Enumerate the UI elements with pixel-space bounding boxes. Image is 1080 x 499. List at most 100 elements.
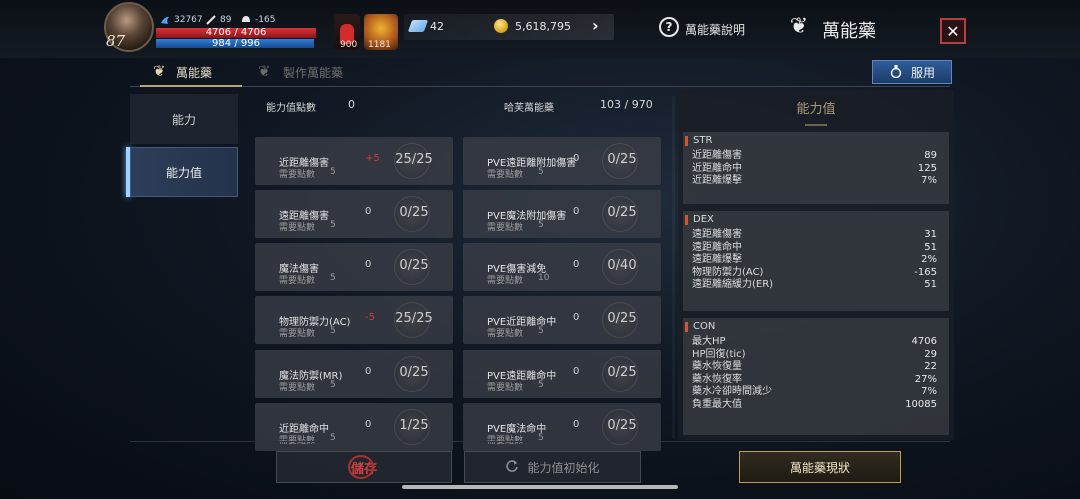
stat-row-value: 22 — [924, 361, 937, 372]
reset-button-label: 能力值初始化 — [527, 460, 600, 475]
stat-row-label: HP回復(tic) — [692, 348, 746, 360]
combat-power-stat: 32767 — [160, 15, 203, 25]
stat-row-label: 負重最大值 — [692, 398, 742, 410]
use-button-label: 服用 — [910, 65, 935, 80]
stat-card[interactable]: PVE傷害減免 需要點數 10 0 0/40 — [463, 243, 661, 291]
tab-active-indicator — [140, 85, 242, 87]
gold-coin-icon — [494, 19, 508, 33]
defense-value: -165 — [255, 15, 276, 25]
stat-row: 遠距離命中 51 — [683, 242, 949, 255]
card-req-label: 需要點數 — [279, 223, 316, 233]
stat-card[interactable]: 魔法防禦(MR) 需要點數 5 0 0/25 — [255, 350, 453, 398]
card-ratio: 0/25 — [607, 365, 637, 380]
card-bonus: 0 — [365, 259, 372, 270]
stat-row: 藥水恢復量 22 — [683, 361, 949, 374]
stat-card[interactable]: PVE遠距離附加傷害 需要點數 5 0 0/25 — [463, 137, 661, 185]
card-ratio: 0/25 — [607, 311, 637, 326]
card-req-label: 需要點數 — [279, 329, 316, 339]
stat-card[interactable]: 近距離傷害 需要點數 5 +5 25/25 — [255, 137, 453, 185]
card-ratio: 0/25 — [607, 152, 637, 167]
card-bonus: +5 — [365, 153, 380, 164]
con-header: CON — [683, 318, 949, 336]
card-req-label: 需要點數 — [487, 170, 524, 180]
tab-craft-elixir[interactable]: 製作萬能藥 — [283, 64, 343, 81]
stat-row: 物理防禦力(AC) -165 — [683, 267, 949, 280]
card-ratio: 0/25 — [399, 205, 429, 220]
stat-row-value: 27% — [914, 373, 937, 385]
defense-stat: -165 — [241, 15, 275, 25]
combat-power-icon — [160, 15, 170, 25]
home-indicator[interactable] — [402, 485, 678, 489]
sidebar-item-label: 能力值 — [165, 165, 202, 180]
card-ratio: 25/25 — [395, 311, 433, 326]
stat-row: 最大HP 4706 — [683, 336, 949, 349]
elixir-status-button[interactable]: 萬能藥現狀 — [739, 451, 901, 483]
use-button[interactable]: 服用 — [872, 60, 952, 84]
card-req-label: 需要點數 — [279, 276, 316, 286]
title-ornament — [805, 116, 827, 126]
card-req-value: 5 — [330, 326, 336, 336]
sidebar-item-ability[interactable]: 能力 — [130, 94, 238, 144]
elixir-used-label: 哈芙萬能藥 — [504, 103, 554, 114]
stat-row-value: 4706 — [911, 336, 937, 347]
stat-card[interactable]: PVE近距離命中 需要點數 5 0 0/25 — [463, 296, 661, 344]
stat-row-value: 125 — [917, 162, 937, 174]
stat-card[interactable]: 遠距離傷害 需要點數 5 0 0/25 — [255, 190, 453, 238]
card-bonus: 0 — [573, 259, 580, 270]
tab-divider — [130, 86, 950, 87]
stat-row-value: 31 — [924, 229, 937, 240]
stat-row-label: 遠距離命中 — [692, 241, 742, 253]
stat-row: 近距離傷害 89 — [683, 150, 949, 163]
card-ratio: 0/25 — [399, 258, 429, 273]
card-req-label: 需要點數 — [279, 170, 316, 180]
sidebar-item-ability-value[interactable]: 能力值 — [130, 147, 238, 197]
help-icon[interactable]: ? — [659, 17, 679, 37]
card-ratio: 25/25 — [395, 152, 433, 167]
card-req-value: 5 — [538, 167, 544, 177]
stat-card[interactable]: PVE魔法命中 需要點數 5 0 0/25 — [463, 403, 661, 451]
stat-card[interactable]: 魔法傷害 需要點數 5 0 0/25 — [255, 243, 453, 291]
stat-row-label: 藥水冷卻時間減少 — [692, 386, 772, 397]
stat-row-value: 51 — [924, 279, 937, 290]
help-link[interactable]: 萬能藥說明 — [685, 21, 745, 38]
mp-bar: 984 / 996 — [156, 39, 315, 49]
card-req-value: 5 — [330, 380, 336, 390]
card-req-value: 5 — [538, 326, 544, 336]
attack-stat: 89 — [206, 15, 231, 25]
card-bonus: 0 — [573, 366, 580, 377]
card-bonus: -5 — [365, 312, 375, 323]
card-req-label: 需要點數 — [487, 436, 524, 446]
elixir-tab-icon: ❦ — [153, 62, 166, 80]
stat-card[interactable]: 近距離命中 需要點數 5 0 1/25 — [255, 403, 453, 451]
page-title: 萬能藥 — [822, 21, 876, 42]
stat-card[interactable]: 物理防禦力(AC) 需要點數 5 -5 25/25 — [255, 296, 453, 344]
card-ratio: 0/25 — [399, 365, 429, 380]
close-button[interactable]: ✕ — [940, 18, 966, 44]
scrollbar[interactable] — [672, 96, 675, 438]
stat-row: 藥水恢復率 27% — [683, 374, 949, 387]
card-req-label: 需要點數 — [487, 276, 524, 286]
dex-header: DEX — [683, 211, 949, 229]
card-req-label: 需要點數 — [279, 436, 316, 446]
character-level: 87 — [106, 32, 126, 50]
stat-card[interactable]: PVE魔法附加傷害 需要點數 5 0 0/25 — [463, 190, 661, 238]
combat-power-value: 32767 — [174, 15, 203, 25]
card-bonus: 0 — [573, 153, 580, 164]
hp-text: 4706 / 4706 — [205, 27, 267, 38]
tab-elixir[interactable]: 萬能藥 — [176, 64, 212, 81]
potion-flask-icon — [889, 64, 903, 81]
stat-row-value: 29 — [924, 348, 937, 360]
stat-row: 近距離爆擊 7% — [683, 175, 949, 188]
chevron-right-icon[interactable]: › — [592, 16, 599, 35]
sword-icon — [206, 15, 216, 25]
stat-card[interactable]: PVE遠距離命中 需要點數 5 0 0/25 — [463, 350, 661, 398]
stat-row: HP回復(tic) 29 — [683, 349, 949, 362]
elixir-used-value: 103 / 970 — [600, 98, 653, 111]
gem-count: 42 — [430, 20, 444, 33]
sidebar-item-label: 能力 — [171, 112, 196, 127]
reset-button[interactable]: 能力值初始化 — [464, 451, 641, 483]
con-section: CON 最大HP 4706 HP回復(tic) 29 藥水恢復量 22 藥水恢復率 27% 藥水… — [683, 318, 949, 435]
stat-row: 遠距離傷害 31 — [683, 229, 949, 242]
stat-row: 遠距離爆擊 2% — [683, 254, 949, 267]
card-bonus: 0 — [573, 312, 580, 323]
